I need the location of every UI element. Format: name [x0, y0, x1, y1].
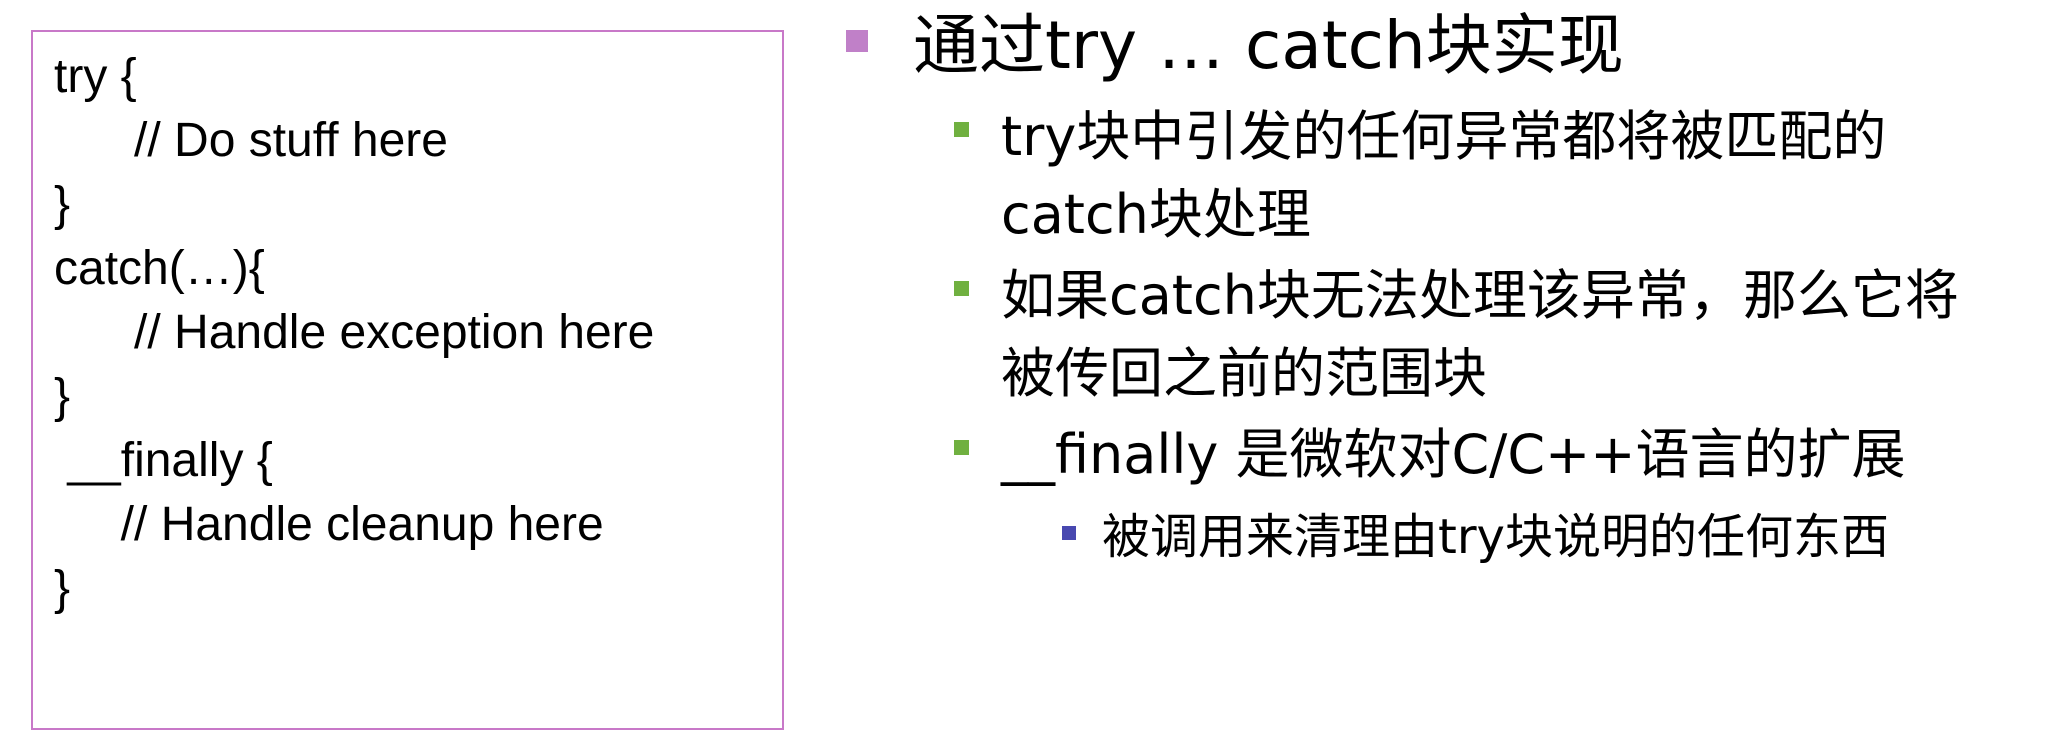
bullet-item: try块中引发的任何异常都将被匹配的 catch块处理: [954, 98, 1886, 254]
square-bullet-icon: [954, 440, 969, 455]
code-line: try {: [54, 50, 137, 103]
square-bullet-icon: [954, 281, 969, 296]
square-bullet-icon: [954, 122, 969, 137]
square-bullet-icon: [1062, 526, 1076, 540]
code-line: // Handle exception here: [54, 306, 655, 359]
code-line: // Do stuff here: [54, 114, 448, 167]
bullet-item: __finally 是微软对C/C++语言的扩展: [954, 416, 1906, 494]
code-line: __finally {: [54, 434, 273, 487]
square-bullet-icon: [846, 30, 868, 52]
bullet-text: __finally 是微软对C/C++语言的扩展: [1001, 423, 1906, 486]
bullet-item: 被调用来清理由try块说明的任何东西: [1062, 502, 1889, 572]
code-line: catch(…){: [54, 242, 265, 295]
code-line: }: [54, 178, 71, 231]
bullet-item: 通过try … catch块实现: [846, 6, 1624, 86]
code-line: }: [54, 370, 71, 423]
bullet-text: try块中引发的任何异常都将被匹配的 catch块处理: [1001, 105, 1887, 246]
bullet-text: 通过try … catch块实现: [913, 7, 1624, 84]
bullet-text: 如果catch块无法处理该异常，那么它将 被传回之前的范围块: [1001, 264, 1959, 405]
code-line: // Handle cleanup here: [54, 498, 604, 551]
bullet-item: 如果catch块无法处理该异常，那么它将 被传回之前的范围块: [954, 257, 1959, 413]
bullet-text: 被调用来清理由try块说明的任何东西: [1102, 509, 1889, 565]
code-line: }: [54, 562, 71, 615]
